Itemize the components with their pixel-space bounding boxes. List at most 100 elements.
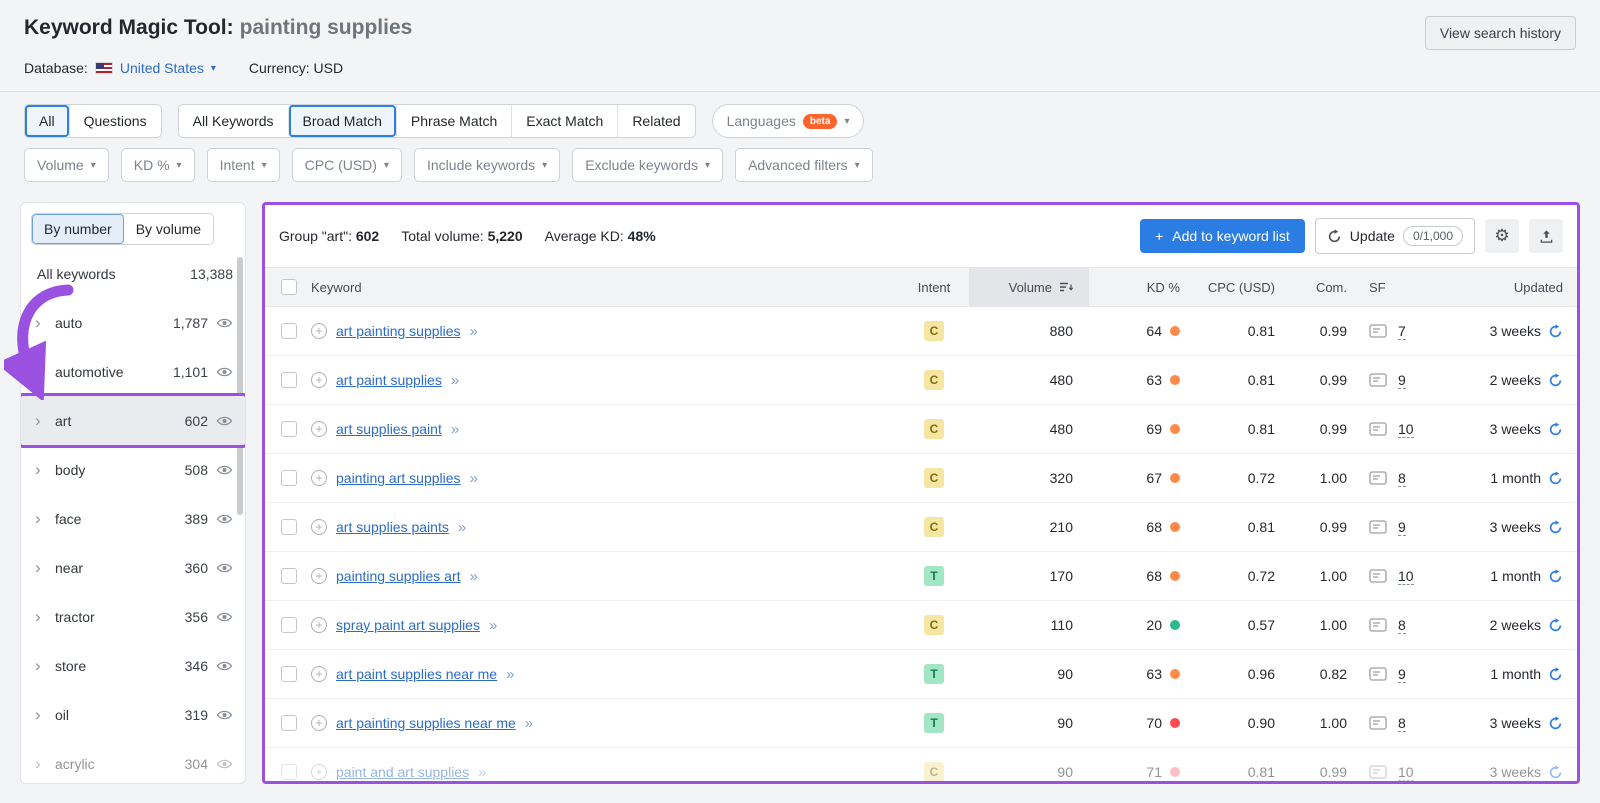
eye-icon[interactable]: [216, 366, 233, 378]
add-to-keyword-list-button[interactable]: + Add to keyword list: [1140, 219, 1305, 253]
row-checkbox[interactable]: [281, 568, 297, 584]
keyword-link[interactable]: art paint supplies: [336, 372, 442, 388]
chevron-right-icon[interactable]: ›: [35, 412, 47, 429]
refresh-icon[interactable]: [1548, 422, 1563, 437]
select-all-checkbox[interactable]: [281, 279, 297, 295]
serp-features-icon[interactable]: [1369, 667, 1387, 681]
add-keyword-icon[interactable]: +: [311, 666, 327, 682]
add-keyword-icon[interactable]: +: [311, 617, 327, 633]
sidebar-group-row[interactable]: › face 389: [21, 494, 245, 543]
match-type-tab[interactable]: Broad Match: [288, 105, 396, 137]
serp-features-icon[interactable]: [1369, 422, 1387, 436]
refresh-icon[interactable]: [1548, 471, 1563, 486]
refresh-icon[interactable]: [1548, 765, 1563, 780]
sf-count-link[interactable]: 8: [1398, 715, 1406, 732]
sf-count-link[interactable]: 9: [1398, 666, 1406, 683]
column-com[interactable]: Com.: [1279, 268, 1349, 306]
keyword-drilldown-icon[interactable]: »: [489, 617, 496, 634]
chevron-down-icon[interactable]: ▾: [211, 63, 216, 74]
sidebar-group-row[interactable]: › oil 319: [21, 690, 245, 739]
chevron-right-icon[interactable]: ›: [35, 510, 47, 527]
serp-features-icon[interactable]: [1369, 716, 1387, 730]
serp-features-icon[interactable]: [1369, 520, 1387, 534]
filter-dropdown[interactable]: CPC (USD) ▾: [292, 148, 402, 182]
eye-icon[interactable]: [216, 709, 233, 721]
by-volume-button[interactable]: By volume: [124, 214, 213, 244]
scope-tab[interactable]: Questions: [69, 105, 161, 137]
refresh-icon[interactable]: [1548, 667, 1563, 682]
column-cpc[interactable]: CPC (USD): [1184, 268, 1279, 306]
column-updated[interactable]: Updated: [1437, 268, 1577, 306]
add-keyword-icon[interactable]: +: [311, 421, 327, 437]
row-checkbox[interactable]: [281, 764, 297, 780]
serp-features-icon[interactable]: [1369, 765, 1387, 779]
column-intent[interactable]: Intent: [918, 280, 951, 295]
add-keyword-icon[interactable]: +: [311, 519, 327, 535]
sf-count-link[interactable]: 8: [1398, 617, 1406, 634]
keyword-link[interactable]: painting supplies art: [336, 568, 461, 584]
eye-icon[interactable]: [216, 758, 233, 770]
update-button[interactable]: Update 0/1,000: [1315, 218, 1475, 254]
keyword-drilldown-icon[interactable]: »: [451, 372, 458, 389]
settings-button[interactable]: ⚙: [1485, 219, 1519, 253]
keyword-link[interactable]: art paint supplies near me: [336, 666, 497, 682]
view-search-history-button[interactable]: View search history: [1425, 16, 1576, 50]
keyword-drilldown-icon[interactable]: »: [470, 323, 477, 340]
refresh-icon[interactable]: [1548, 569, 1563, 584]
chevron-right-icon[interactable]: ›: [35, 706, 47, 723]
filter-dropdown[interactable]: Volume ▾: [24, 148, 109, 182]
by-number-button[interactable]: By number: [32, 214, 124, 244]
scope-tab[interactable]: All: [25, 105, 69, 137]
chevron-right-icon[interactable]: ›: [35, 461, 47, 478]
sidebar-group-row[interactable]: › body 508: [21, 445, 245, 494]
serp-features-icon[interactable]: [1369, 471, 1387, 485]
row-checkbox[interactable]: [281, 421, 297, 437]
row-checkbox[interactable]: [281, 715, 297, 731]
keyword-link[interactable]: art painting supplies near me: [336, 715, 516, 731]
filter-dropdown[interactable]: Exclude keywords ▾: [572, 148, 723, 182]
keyword-drilldown-icon[interactable]: »: [478, 764, 485, 781]
chevron-right-icon[interactable]: ›: [35, 559, 47, 576]
database-select[interactable]: United States: [120, 60, 204, 76]
sf-count-link[interactable]: 8: [1398, 470, 1406, 487]
sf-count-link[interactable]: 10: [1398, 421, 1414, 438]
row-checkbox[interactable]: [281, 323, 297, 339]
sidebar-group-row[interactable]: › store 346: [21, 641, 245, 690]
match-type-tab[interactable]: Related: [617, 105, 694, 137]
add-keyword-icon[interactable]: +: [311, 764, 327, 780]
sf-count-link[interactable]: 9: [1398, 519, 1406, 536]
filter-dropdown[interactable]: KD % ▾: [121, 148, 195, 182]
sidebar-group-row[interactable]: › auto 1,787: [21, 298, 245, 347]
filter-dropdown[interactable]: Advanced filters ▾: [735, 148, 873, 182]
serp-features-icon[interactable]: [1369, 569, 1387, 583]
languages-dropdown[interactable]: Languages beta ▾: [712, 104, 865, 138]
serp-features-icon[interactable]: [1369, 373, 1387, 387]
keyword-link[interactable]: art painting supplies: [336, 323, 461, 339]
eye-icon[interactable]: [216, 415, 233, 427]
filter-dropdown[interactable]: Intent ▾: [207, 148, 280, 182]
sf-count-link[interactable]: 10: [1398, 764, 1414, 781]
chevron-right-icon[interactable]: ›: [35, 363, 47, 380]
match-type-tab[interactable]: Exact Match: [511, 105, 617, 137]
sf-count-link[interactable]: 9: [1398, 372, 1406, 389]
filter-dropdown[interactable]: Include keywords ▾: [414, 148, 560, 182]
sf-count-link[interactable]: 10: [1398, 568, 1414, 585]
keyword-drilldown-icon[interactable]: »: [470, 470, 477, 487]
keyword-link[interactable]: art supplies paint: [336, 421, 442, 437]
row-checkbox[interactable]: [281, 519, 297, 535]
refresh-icon[interactable]: [1548, 618, 1563, 633]
keyword-link[interactable]: art supplies paints: [336, 519, 449, 535]
add-keyword-icon[interactable]: +: [311, 323, 327, 339]
column-sf[interactable]: SF: [1349, 268, 1437, 306]
match-type-tab[interactable]: All Keywords: [179, 105, 288, 137]
sidebar-group-row[interactable]: › art 602: [21, 396, 245, 445]
row-checkbox[interactable]: [281, 372, 297, 388]
keyword-drilldown-icon[interactable]: »: [525, 715, 532, 732]
chevron-right-icon[interactable]: ›: [35, 314, 47, 331]
column-volume[interactable]: Volume: [1009, 280, 1052, 295]
chevron-right-icon[interactable]: ›: [35, 657, 47, 674]
keyword-link[interactable]: paint and art supplies: [336, 764, 469, 780]
eye-icon[interactable]: [216, 513, 233, 525]
add-keyword-icon[interactable]: +: [311, 470, 327, 486]
add-keyword-icon[interactable]: +: [311, 568, 327, 584]
